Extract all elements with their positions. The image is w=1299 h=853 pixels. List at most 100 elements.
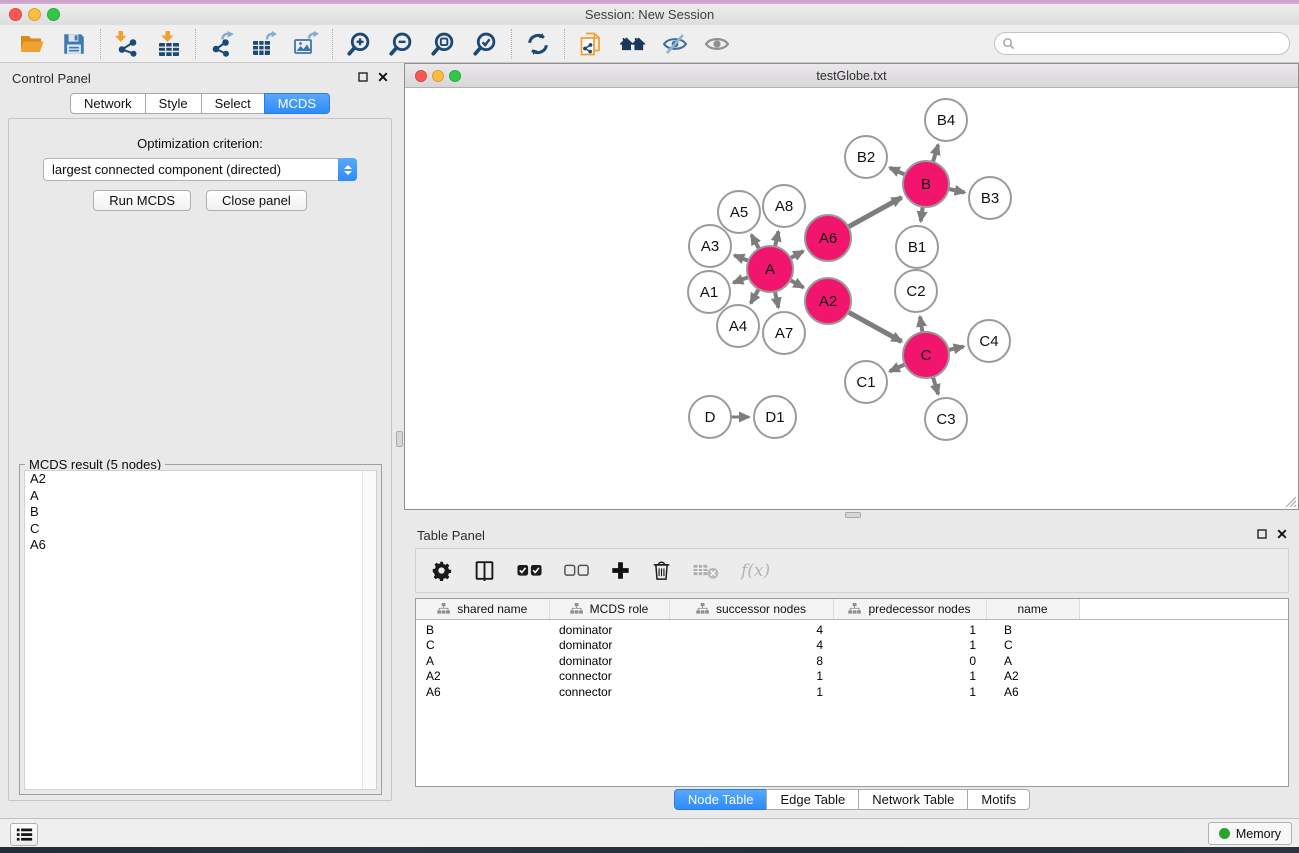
graph-node-D[interactable]: D bbox=[689, 396, 731, 438]
tab-node-table[interactable]: Node Table bbox=[674, 789, 768, 810]
table-cell[interactable]: A bbox=[416, 654, 549, 670]
result-list-item[interactable]: A bbox=[25, 488, 376, 505]
network-close-button[interactable] bbox=[415, 70, 427, 82]
hide-graphics-details-icon[interactable] bbox=[662, 31, 688, 57]
run-mcds-button[interactable]: Run MCDS bbox=[93, 190, 191, 211]
import-table-icon[interactable] bbox=[156, 31, 182, 57]
table-cell[interactable]: A6 bbox=[416, 685, 549, 701]
export-table-icon[interactable] bbox=[251, 31, 277, 57]
graph-node-D1[interactable]: D1 bbox=[754, 396, 796, 438]
gear-icon[interactable] bbox=[431, 560, 452, 581]
open-session-icon[interactable] bbox=[19, 31, 45, 57]
import-network-icon[interactable] bbox=[114, 31, 140, 57]
column-header-name[interactable]: name bbox=[986, 599, 1079, 619]
home-icon[interactable] bbox=[620, 31, 646, 57]
export-image-icon[interactable] bbox=[293, 31, 319, 57]
close-panel-button[interactable]: Close panel bbox=[206, 190, 307, 211]
table-cell[interactable]: C bbox=[416, 638, 549, 654]
table-cell[interactable]: 1 bbox=[833, 619, 986, 638]
table-cell[interactable]: dominator bbox=[549, 638, 669, 654]
split-panel-icon[interactable] bbox=[474, 560, 495, 581]
graph-node-B1[interactable]: B1 bbox=[896, 226, 938, 268]
save-session-icon[interactable] bbox=[61, 31, 87, 57]
show-panels-button[interactable] bbox=[10, 823, 38, 846]
table-row[interactable]: Bdominator41B bbox=[416, 619, 1288, 638]
zoom-out-icon[interactable] bbox=[388, 31, 414, 57]
table-cell[interactable]: B bbox=[416, 619, 549, 638]
table-cell[interactable]: 4 bbox=[669, 638, 833, 654]
table-cell[interactable]: B bbox=[986, 619, 1079, 638]
table-cell[interactable]: A6 bbox=[986, 685, 1079, 701]
table-cell[interactable]: 0 bbox=[833, 654, 986, 670]
graph-node-C[interactable]: C bbox=[903, 332, 949, 378]
close-panel-icon[interactable] bbox=[378, 72, 388, 82]
table-row[interactable]: Cdominator41C bbox=[416, 638, 1288, 654]
graph-node-A2[interactable]: A2 bbox=[805, 278, 851, 324]
graph-node-A4[interactable]: A4 bbox=[717, 305, 759, 347]
column-header-shared-name[interactable]: shared name bbox=[416, 599, 549, 619]
graph-node-A7[interactable]: A7 bbox=[763, 312, 805, 354]
select-all-icon[interactable] bbox=[517, 564, 542, 577]
export-network-icon[interactable] bbox=[209, 31, 235, 57]
graph-node-B4[interactable]: B4 bbox=[925, 99, 967, 141]
table-cell[interactable]: A2 bbox=[986, 669, 1079, 685]
graph-node-B3[interactable]: B3 bbox=[969, 177, 1011, 219]
add-column-icon[interactable] bbox=[611, 561, 630, 580]
delete-column-icon[interactable] bbox=[652, 560, 671, 581]
tab-mcds[interactable]: MCDS bbox=[264, 93, 330, 114]
graph-node-C3[interactable]: C3 bbox=[925, 398, 967, 440]
table-cell[interactable]: 1 bbox=[833, 685, 986, 701]
table-cell[interactable]: A bbox=[986, 654, 1079, 670]
result-list-item[interactable]: A6 bbox=[25, 537, 376, 554]
table-row[interactable]: A2connector11A2 bbox=[416, 669, 1288, 685]
table-cell[interactable]: dominator bbox=[549, 654, 669, 670]
show-graphics-details-icon[interactable] bbox=[704, 31, 730, 57]
column-header-successor-nodes[interactable]: successor nodes bbox=[669, 599, 833, 619]
tab-motifs[interactable]: Motifs bbox=[967, 789, 1030, 810]
table-row[interactable]: A6connector11A6 bbox=[416, 685, 1288, 701]
deselect-all-icon[interactable] bbox=[564, 564, 589, 577]
network-zoom-button[interactable] bbox=[449, 70, 461, 82]
resize-grip-icon[interactable] bbox=[1283, 494, 1297, 508]
close-window-button[interactable] bbox=[9, 8, 22, 21]
tab-select[interactable]: Select bbox=[201, 93, 265, 114]
result-list-item[interactable]: B bbox=[25, 504, 376, 521]
zoom-window-button[interactable] bbox=[47, 8, 60, 21]
zoom-in-icon[interactable] bbox=[346, 31, 372, 57]
zoom-selected-icon[interactable] bbox=[472, 31, 498, 57]
clone-network-icon[interactable] bbox=[578, 31, 604, 57]
float-panel-icon[interactable] bbox=[358, 72, 368, 82]
table-cell[interactable]: A2 bbox=[416, 669, 549, 685]
table-row[interactable]: Adominator80A bbox=[416, 654, 1288, 670]
table-cell[interactable]: 1 bbox=[669, 669, 833, 685]
result-list-item[interactable]: C bbox=[25, 521, 376, 538]
edge-A6-B[interactable] bbox=[846, 198, 901, 228]
network-graph[interactable]: B4B2BB3A5A8A6B1A3AA1C2A2A4A7C4CC1C3DD1 bbox=[405, 88, 1298, 509]
graph-node-A[interactable]: A bbox=[747, 246, 793, 292]
graph-node-A1[interactable]: A1 bbox=[688, 271, 730, 313]
vertical-splitter-handle[interactable] bbox=[396, 431, 403, 447]
network-minimize-button[interactable] bbox=[432, 70, 444, 82]
graph-node-C4[interactable]: C4 bbox=[968, 320, 1010, 362]
graph-node-C2[interactable]: C2 bbox=[895, 270, 937, 312]
graph-node-C1[interactable]: C1 bbox=[845, 361, 887, 403]
memory-button[interactable]: Memory bbox=[1208, 822, 1292, 845]
graph-node-A8[interactable]: A8 bbox=[763, 185, 805, 227]
table-cell[interactable]: connector bbox=[549, 685, 669, 701]
refresh-icon[interactable] bbox=[525, 31, 551, 57]
minimize-window-button[interactable] bbox=[28, 8, 41, 21]
table-cell[interactable]: 4 bbox=[669, 619, 833, 638]
result-list-item[interactable]: A2 bbox=[25, 471, 376, 488]
search-input[interactable] bbox=[1019, 34, 1289, 53]
graph-node-A3[interactable]: A3 bbox=[689, 225, 731, 267]
edge-A2-C[interactable] bbox=[846, 311, 901, 341]
column-header-mcds-role[interactable]: MCDS role bbox=[549, 599, 669, 619]
tab-edge-table[interactable]: Edge Table bbox=[766, 789, 859, 810]
graph-node-B[interactable]: B bbox=[903, 161, 949, 207]
result-scrollbar[interactable] bbox=[362, 471, 376, 789]
table-cell[interactable]: 1 bbox=[833, 638, 986, 654]
table-cell[interactable]: 1 bbox=[833, 669, 986, 685]
table-cell[interactable]: 1 bbox=[669, 685, 833, 701]
table-cell[interactable]: C bbox=[986, 638, 1079, 654]
zoom-fit-icon[interactable] bbox=[430, 31, 456, 57]
